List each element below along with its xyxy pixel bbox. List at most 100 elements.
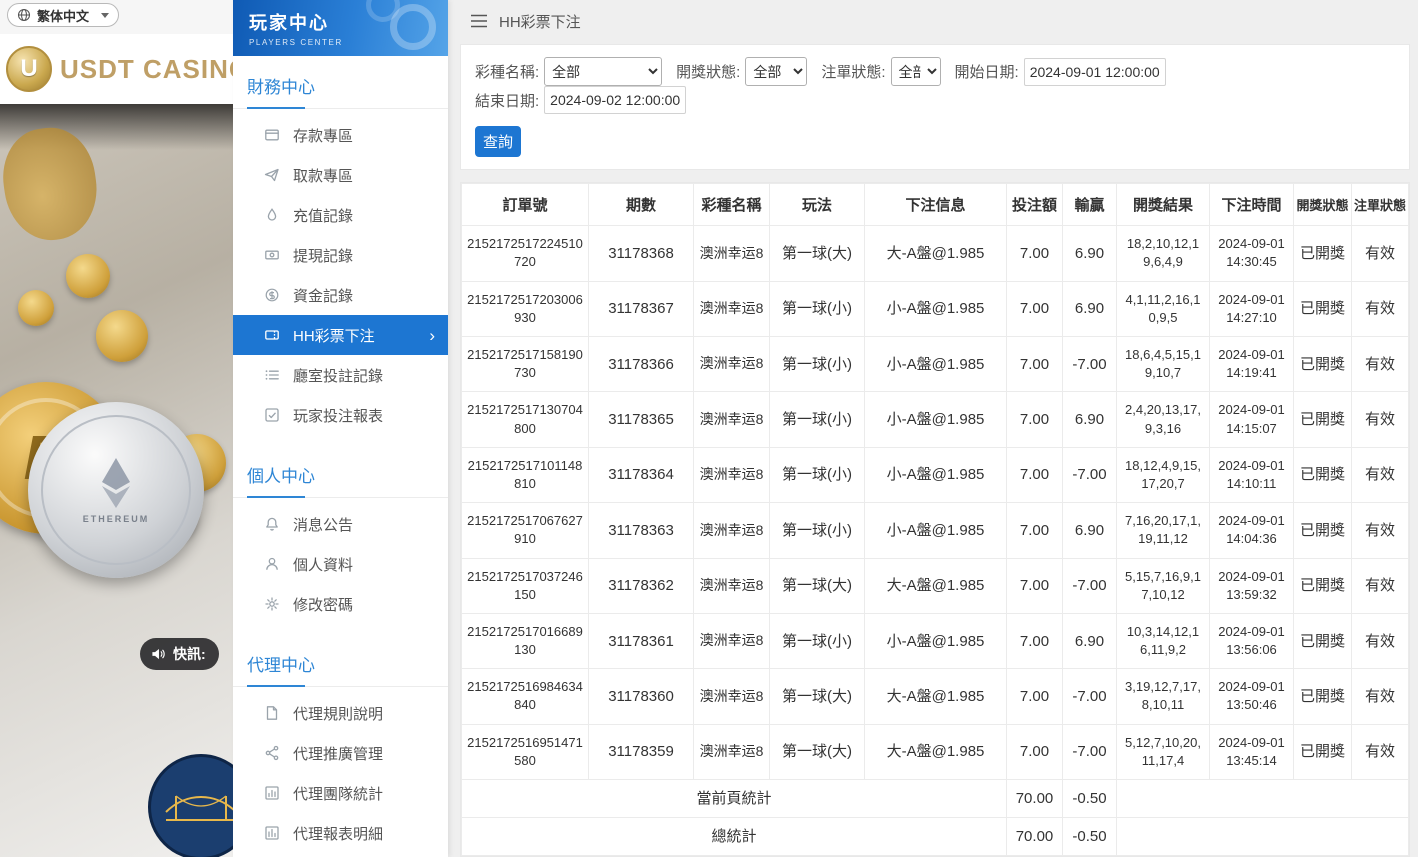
start-date-input[interactable] <box>1023 57 1166 86</box>
sidebar-item-label: 代理團隊統計 <box>293 785 384 803</box>
cell-lottery-name: 澳洲幸运8 <box>693 391 770 448</box>
sidebar-item-room-bet-record[interactable]: 廳室投註記錄 <box>233 355 448 395</box>
summary-label: 總統計 <box>461 817 1007 856</box>
cell-lottery-name: 澳洲幸运8 <box>693 612 770 670</box>
header-win-loss: 輸贏 <box>1062 183 1117 227</box>
cell-draw-status: 已開獎 <box>1293 612 1352 670</box>
cell-win-loss: 6.90 <box>1062 280 1117 338</box>
cell-order-no: 2152172517224510720 <box>461 225 589 282</box>
sidebar-title: 玩家中心 <box>249 13 329 33</box>
gold-coin-graphic <box>18 290 54 326</box>
sidebar-item-change-password[interactable]: 修改密碼 <box>233 584 448 624</box>
cell-order-no: 2152172517037246150 <box>461 557 589 614</box>
cell-bet-info: 大-A盤@1.985 <box>864 723 1007 781</box>
cell-draw-result: 3,19,12,7,17,8,10,11 <box>1116 668 1210 725</box>
cell-lottery-name: 澳洲幸运8 <box>693 557 770 614</box>
cell-period: 31178362 <box>588 557 694 614</box>
sidebar-item-withdraw[interactable]: 取款專區 <box>233 155 448 195</box>
cell-bet-amount: 7.00 <box>1006 502 1063 559</box>
sidebar-item-profile[interactable]: 個人資料 <box>233 544 448 584</box>
news-ticker-button[interactable]: 快訊: <box>140 638 219 670</box>
report-detail-icon <box>263 825 280 842</box>
draw-status-select[interactable]: 全部 <box>745 57 808 87</box>
cell-bet-amount: 7.00 <box>1006 280 1063 338</box>
header-bet-amount: 投注額 <box>1006 183 1063 227</box>
cashout-record-icon <box>263 247 280 264</box>
deposit-card-icon <box>263 127 280 144</box>
user-icon <box>263 556 280 573</box>
cell-bet-info: 小-A盤@1.985 <box>864 391 1007 448</box>
gold-coin-graphic <box>96 310 148 362</box>
chevron-right-icon: › <box>429 325 435 345</box>
sidebar-item-label: 玩家投注報表 <box>293 407 384 425</box>
header-draw-status: 開獎狀態 <box>1293 183 1352 227</box>
cell-lottery-name: 澳洲幸运8 <box>693 280 770 338</box>
sidebar-item-funds-record[interactable]: 資金記錄 <box>233 275 448 315</box>
document-icon <box>263 705 280 722</box>
cell-draw-status: 已開獎 <box>1293 391 1352 448</box>
sidebar-item-agent-rules[interactable]: 代理規則說明 <box>233 693 448 733</box>
cell-order-no: 2152172517101148810 <box>461 446 589 504</box>
lottery-name-select[interactable]: 全部 <box>544 57 663 87</box>
cell-bet-status: 有效 <box>1351 335 1409 393</box>
cell-bet-info: 小-A盤@1.985 <box>864 612 1007 670</box>
cell-draw-status: 已開獎 <box>1293 335 1352 393</box>
sidebar-item-recharge-record[interactable]: 充值記錄 <box>233 195 448 235</box>
bet-status-select[interactable]: 全部 <box>890 57 941 87</box>
cell-play-type: 第一球(小) <box>769 391 865 448</box>
sidebar-item-deposit[interactable]: 存款專區 <box>233 115 448 155</box>
brand-logo-icon: U <box>6 46 52 92</box>
cell-order-no: 2152172517130704800 <box>461 391 589 448</box>
cell-draw-result: 5,15,7,16,9,17,10,12 <box>1116 557 1210 614</box>
globe-icon <box>17 8 31 22</box>
end-date-input[interactable] <box>544 86 687 115</box>
withdraw-icon <box>263 167 280 184</box>
hamburger-icon[interactable] <box>470 14 488 28</box>
cell-bet-time: 2024-09-01 14:30:45 <box>1209 225 1294 282</box>
sidebar-item-agent-team-stats[interactable]: 代理團隊統計 <box>233 773 448 813</box>
bridge-badge-logo <box>148 754 233 857</box>
sidebar-item-agent-promotion[interactable]: 代理推廣管理 <box>233 733 448 773</box>
sidebar-item-label: 代理推廣管理 <box>293 745 384 763</box>
ethereum-diamond-icon <box>102 458 130 508</box>
cell-bet-info: 小-A盤@1.985 <box>864 335 1007 393</box>
cell-play-type: 第一球(大) <box>769 723 865 781</box>
bet-status-label: 注單狀態: <box>821 64 886 82</box>
end-date-label: 結束日期: <box>475 92 540 110</box>
sidebar-item-agent-report-detail[interactable]: 代理報表明細 <box>233 813 448 853</box>
sidebar-item-agent-members[interactable]: 代理下級會員 <box>233 853 448 857</box>
cell-bet-status: 有效 <box>1351 391 1409 448</box>
cell-bet-amount: 7.00 <box>1006 446 1063 504</box>
header-bet-status: 注單狀態 <box>1351 183 1409 227</box>
sidebar-item-announcements[interactable]: 消息公告 <box>233 504 448 544</box>
grand-summary-row: 總統計 70.00 -0.50 <box>461 817 1409 856</box>
room-record-icon <box>263 367 280 384</box>
table-row: 2152172517224510720 31178368 澳洲幸运8 第一球(大… <box>461 225 1409 282</box>
cell-win-loss: -7.00 <box>1062 446 1117 504</box>
query-button[interactable]: 查詢 <box>475 126 521 158</box>
cell-bet-status: 有效 <box>1351 723 1409 781</box>
summary-bet-total: 70.00 <box>1006 817 1063 856</box>
table-row: 2152172517130704800 31178365 澳洲幸运8 第一球(小… <box>461 391 1409 448</box>
cell-period: 31178364 <box>588 446 694 504</box>
cell-win-loss: -7.00 <box>1062 668 1117 725</box>
cell-bet-amount: 7.00 <box>1006 335 1063 393</box>
cell-period: 31178366 <box>588 335 694 393</box>
lottery-ticket-icon <box>263 327 280 344</box>
cell-play-type: 第一球(大) <box>769 225 865 282</box>
cell-play-type: 第一球(小) <box>769 280 865 338</box>
sidebar-item-player-bet-report[interactable]: 玩家投注報表 <box>233 395 448 435</box>
share-icon <box>263 745 280 762</box>
sidebar-item-cashout-record[interactable]: 提現記錄 <box>233 235 448 275</box>
sidebar-item-hh-lottery-bets[interactable]: HH彩票下注 › <box>233 315 448 355</box>
cell-period: 31178365 <box>588 391 694 448</box>
player-report-icon <box>263 407 280 424</box>
language-selector[interactable]: 繁体中文 <box>7 3 119 27</box>
cell-play-type: 第一球(大) <box>769 668 865 725</box>
cell-win-loss: -7.00 <box>1062 557 1117 614</box>
language-label: 繁体中文 <box>37 8 90 24</box>
sidebar-item-label: 存款專區 <box>293 127 354 145</box>
table-row: 2152172516984634840 31178360 澳洲幸运8 第一球(大… <box>461 668 1409 725</box>
draw-status-label: 開獎狀態: <box>676 64 741 82</box>
summary-label: 當前頁統計 <box>461 779 1007 818</box>
